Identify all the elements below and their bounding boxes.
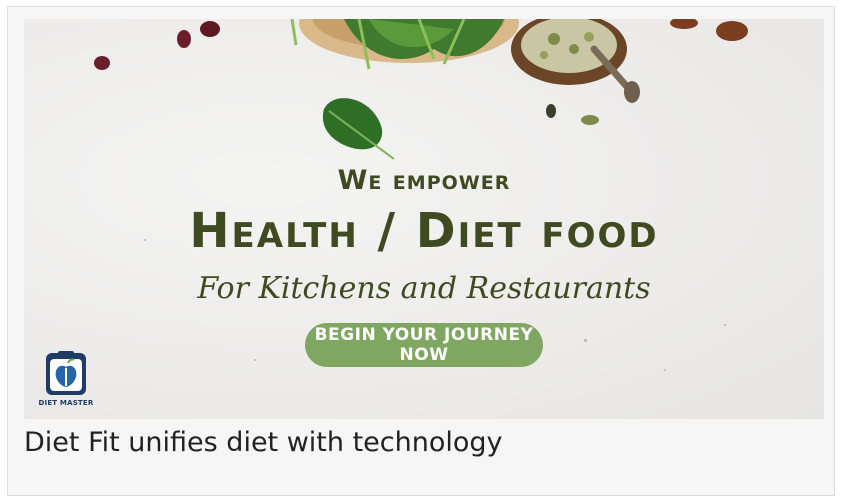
banner-tagline: For Kitchens and Restaurants [197,271,651,306]
speck [664,369,666,371]
promo-banner[interactable]: We empower Health / Diet food For Kitche… [24,19,824,419]
speck [584,339,587,342]
speck [254,359,256,361]
logo-text: DIET MASTER [38,399,94,407]
banner-headline-large: Health / Diet food [189,203,659,259]
apple-heart-icon [46,351,86,395]
content-card: We empower Health / Diet food For Kitche… [7,6,835,496]
card-caption[interactable]: Diet Fit unifies diet with technology [24,427,503,458]
banner-headline-small: We empower [337,165,511,196]
speck [724,324,726,326]
begin-journey-button[interactable]: BEGIN YOUR JOURNEY NOW [305,323,543,367]
diet-master-logo[interactable]: DIET MASTER [38,349,94,411]
